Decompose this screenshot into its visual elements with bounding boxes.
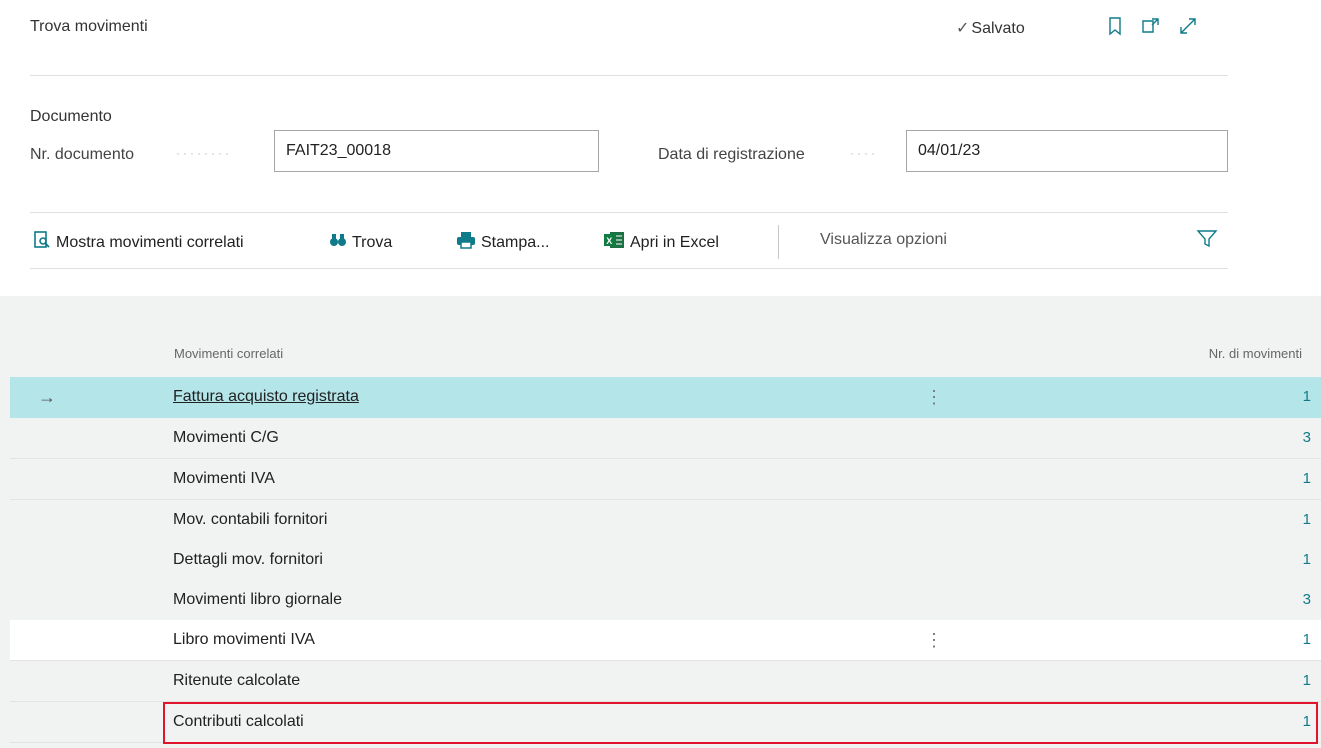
highlight-box [163, 702, 1318, 744]
svg-text:X: X [606, 236, 612, 246]
field-leader-dots: ········ [176, 146, 232, 160]
entry-count[interactable]: 1 [1303, 620, 1311, 660]
related-entry-name: Movimenti libro giornale [173, 591, 342, 608]
related-entry-name: Libro movimenti IVA [173, 631, 315, 648]
table-row[interactable]: → Fattura acquisto registrata ⋮ 1 [10, 377, 1321, 418]
open-new-window-icon[interactable] [1139, 14, 1163, 38]
open-in-excel-button[interactable]: X Apri in Excel [603, 231, 719, 254]
row-pointer-arrow-icon: → [38, 387, 56, 407]
checkmark-icon: ✓ [956, 20, 970, 37]
column-header-entry-count[interactable]: Nr. di movimenti [1209, 346, 1302, 361]
find-label: Trova [352, 233, 393, 251]
header-divider [30, 75, 1228, 76]
related-entry-name: Ritenute calcolate [173, 672, 301, 689]
open-in-excel-label: Apri in Excel [630, 233, 719, 251]
table-row[interactable]: Movimenti IVA 1 [10, 459, 1321, 500]
saved-label: Salvato [971, 20, 1025, 37]
posting-date-label: Data di registrazione [658, 146, 805, 163]
binoculars-icon [329, 231, 347, 254]
section-title-document: Documento [30, 108, 112, 125]
table-row[interactable]: Mov. contabili fornitori 1 [10, 500, 1321, 541]
find-button[interactable]: Trova [329, 231, 392, 254]
column-header-related-entries[interactable]: Movimenti correlati [174, 346, 283, 361]
show-related-entries-button[interactable]: Mostra movimenti correlati [33, 231, 244, 254]
entry-count[interactable]: 3 [1303, 580, 1311, 620]
bookmark-icon[interactable] [1103, 14, 1127, 38]
view-options-button[interactable]: Visualizza opzioni [820, 231, 947, 249]
field-leader-dots: ···· [850, 146, 878, 160]
table-row[interactable]: Ritenute calcolate 1 [10, 661, 1321, 702]
printer-icon [456, 231, 476, 254]
table-row[interactable]: Movimenti libro giornale 3 [10, 580, 1321, 621]
related-entry-name: Movimenti C/G [173, 429, 279, 446]
entry-count[interactable]: 1 [1303, 540, 1311, 580]
action-bar-separator [778, 225, 779, 259]
entry-count[interactable]: 1 [1303, 377, 1311, 417]
filter-icon[interactable] [1196, 228, 1218, 250]
saved-status: ✓ Salvato [956, 18, 1025, 38]
action-bar-divider [30, 268, 1228, 269]
table-row[interactable]: Libro movimenti IVA ⋮ 1 [10, 620, 1321, 661]
entry-count[interactable]: 1 [1303, 459, 1311, 499]
entry-count[interactable]: 3 [1303, 418, 1311, 458]
row-menu-icon[interactable]: ⋮ [925, 620, 943, 660]
view-options-label: Visualizza opzioni [820, 231, 947, 248]
related-entry-link[interactable]: Fattura acquisto registrata [173, 377, 359, 417]
document-search-icon [33, 231, 51, 254]
excel-icon: X [603, 231, 625, 254]
entry-count[interactable]: 1 [1303, 661, 1311, 701]
page-title: Trova movimenti [30, 18, 148, 35]
show-related-entries-label: Mostra movimenti correlati [56, 233, 244, 251]
section-divider [30, 212, 1228, 213]
related-entry-name: Dettagli mov. fornitori [173, 551, 323, 568]
posting-date-input[interactable]: 04/01/23 [906, 130, 1228, 172]
row-menu-icon[interactable]: ⋮ [925, 377, 943, 417]
expand-icon[interactable] [1176, 14, 1200, 38]
table-row[interactable]: Movimenti C/G 3 [10, 418, 1321, 459]
doc-no-label: Nr. documento [30, 146, 135, 163]
entry-count[interactable]: 1 [1303, 500, 1311, 540]
page-header: Trova movimenti ✓ Salvato [0, 0, 1321, 76]
related-entry-name: Movimenti IVA [173, 470, 275, 487]
doc-no-input[interactable]: FAIT23_00018 [274, 130, 599, 172]
print-button[interactable]: Stampa... [456, 231, 549, 254]
table-row[interactable]: Dettagli mov. fornitori 1 [10, 540, 1321, 581]
related-entry-name: Mov. contabili fornitori [173, 511, 328, 528]
print-label: Stampa... [481, 233, 550, 251]
